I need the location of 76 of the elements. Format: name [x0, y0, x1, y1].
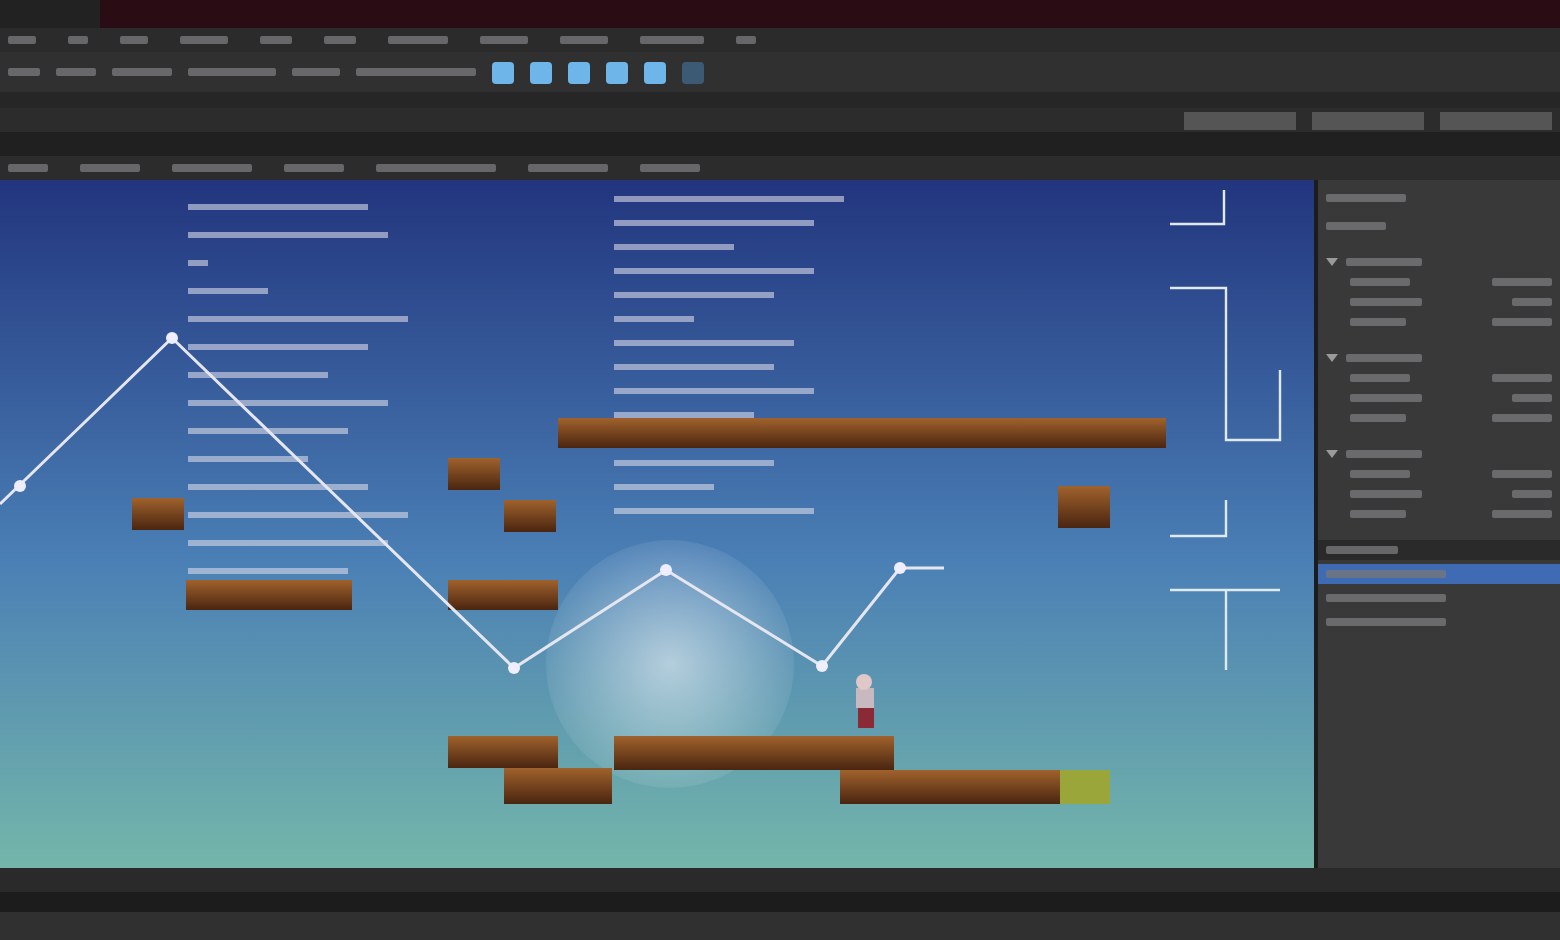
expand-arrow-icon[interactable]	[1326, 450, 1338, 458]
tool-icon[interactable]	[606, 61, 628, 83]
toolbar-button[interactable]	[1440, 111, 1552, 129]
blurred-text	[376, 164, 496, 172]
blurred-text	[188, 68, 276, 76]
platform[interactable]	[448, 736, 558, 768]
toolbar-button[interactable]	[1312, 111, 1424, 129]
blurred-text	[324, 36, 356, 44]
blurred-text	[640, 164, 700, 172]
platform[interactable]	[504, 500, 556, 532]
blurred-text	[8, 36, 36, 44]
blurred-text	[1346, 258, 1422, 266]
tool-icon[interactable]	[644, 61, 666, 83]
blurred-text	[1326, 618, 1446, 626]
blurred-text	[1350, 318, 1406, 326]
blurred-text	[1326, 546, 1398, 554]
blurred-text	[560, 36, 608, 44]
blurred-text	[1350, 490, 1422, 498]
blurred-text	[292, 68, 340, 76]
blurred-text	[112, 68, 172, 76]
blurred-text	[1326, 194, 1406, 202]
blurred-text	[528, 164, 608, 172]
platform[interactable]	[558, 418, 1166, 448]
blurred-text	[1326, 570, 1446, 578]
platform[interactable]	[840, 770, 1060, 804]
toolbar-button[interactable]	[1184, 111, 1296, 129]
platform[interactable]	[448, 458, 500, 490]
blurred-text	[1346, 450, 1422, 458]
blurred-text	[388, 36, 448, 44]
expand-arrow-icon[interactable]	[1326, 258, 1338, 266]
platform[interactable]	[614, 736, 894, 770]
tool-icon[interactable]	[492, 61, 514, 83]
blurred-text	[1492, 414, 1552, 422]
blurred-text	[1350, 510, 1406, 518]
blurred-text	[172, 164, 252, 172]
blurred-text	[80, 164, 140, 172]
blurred-text	[1492, 278, 1552, 286]
blurred-text	[1512, 298, 1552, 306]
blurred-text	[260, 36, 292, 44]
scene-view[interactable]	[0, 180, 1314, 868]
blurred-text	[56, 68, 96, 76]
blurred-text	[1350, 374, 1410, 382]
platform[interactable]	[504, 768, 612, 804]
platform[interactable]	[132, 498, 184, 530]
waypoint-path[interactable]	[0, 332, 944, 674]
blurred-text	[68, 36, 88, 44]
blurred-text	[480, 36, 528, 44]
blurred-text	[1350, 394, 1422, 402]
tool-icon[interactable]	[568, 61, 590, 83]
platform[interactable]	[1058, 486, 1110, 528]
blurred-text	[284, 164, 344, 172]
blurred-text	[120, 36, 148, 44]
blurred-text	[1346, 354, 1422, 362]
blurred-text	[1512, 490, 1552, 498]
blurred-text	[1492, 470, 1552, 478]
blurred-text	[1350, 470, 1410, 478]
blurred-text	[1492, 510, 1552, 518]
blurred-text	[736, 36, 756, 44]
tool-icon[interactable]	[530, 61, 552, 83]
platform[interactable]	[448, 580, 558, 610]
character-sprite[interactable]	[856, 674, 874, 728]
expand-arrow-icon[interactable]	[1326, 354, 1338, 362]
blurred-text	[1350, 414, 1406, 422]
blurred-text	[1492, 374, 1552, 382]
blurred-text	[1326, 222, 1386, 230]
platform[interactable]	[186, 580, 352, 610]
blurred-text	[8, 164, 48, 172]
blurred-text	[1350, 298, 1422, 306]
blurred-text	[8, 68, 40, 76]
blurred-text	[1492, 318, 1552, 326]
blurred-text	[640, 36, 704, 44]
blurred-text	[1512, 394, 1552, 402]
blurred-text	[180, 36, 228, 44]
blurred-text	[1326, 594, 1446, 602]
blurred-text	[356, 68, 476, 76]
blurred-text	[1350, 278, 1410, 286]
